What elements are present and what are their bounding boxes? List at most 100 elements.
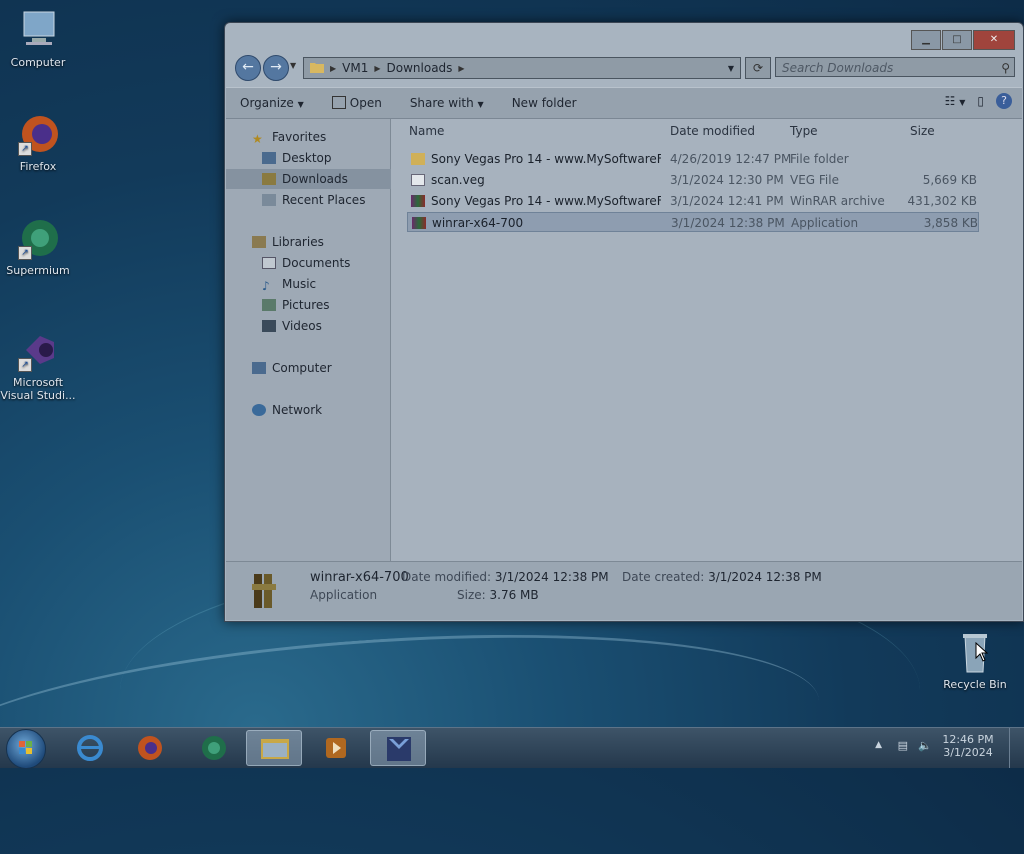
refresh-icon: ⟳ <box>752 61 764 75</box>
shortcut-arrow-icon: ↗ <box>18 246 32 260</box>
back-button[interactable]: ← <box>235 55 261 81</box>
file-type: VEG File <box>790 173 839 187</box>
volume-muted-icon[interactable]: 🔈 <box>918 739 932 752</box>
desktop-icon-supermium[interactable]: ↗ Supermium <box>0 216 76 277</box>
breadcrumb-separator-icon: ▶ <box>458 63 465 73</box>
media-player-icon <box>326 738 346 758</box>
minimize-button[interactable]: ▁ <box>911 30 941 50</box>
installer-icon <box>387 737 411 761</box>
change-view-button[interactable]: ☷ ▼ <box>945 94 966 108</box>
clock[interactable]: 12:46 PM 3/1/2024 <box>938 733 998 759</box>
shortcut-arrow-icon: ↗ <box>18 358 32 372</box>
arrow-left-icon: ← <box>242 59 254 75</box>
file-name: scan.veg <box>431 173 485 187</box>
share-with-button[interactable]: Share with ▼ <box>396 96 498 110</box>
file-size: 5,669 KB <box>922 173 977 187</box>
recent-pages-dropdown[interactable]: ▼ <box>290 61 296 70</box>
preview-pane-button[interactable]: ▯ <box>977 94 984 108</box>
firefox-icon: ↗ <box>16 112 60 156</box>
music-icon: ♪ <box>262 279 270 293</box>
column-name[interactable]: Name <box>409 124 444 138</box>
help-button[interactable]: ? <box>996 93 1012 109</box>
details-date-modified-label: Date modified: <box>402 570 492 584</box>
address-bar[interactable]: ▶ VM1 ▶ Downloads ▶ ▼ <box>303 57 741 79</box>
nav-network[interactable]: Network <box>226 400 416 420</box>
taskbar-firefox[interactable] <box>122 730 178 766</box>
windows-logo-icon <box>19 741 32 754</box>
file-icon <box>411 174 425 186</box>
details-size: 3.76 MB <box>489 588 539 602</box>
details-file-type: Application <box>310 588 378 602</box>
clock-time: 12:46 PM <box>942 733 994 746</box>
desktop-icon-visual-studio[interactable]: ↗ Microsoft Visual Studi... <box>0 328 76 402</box>
organize-button[interactable]: Organize ▼ <box>226 96 318 110</box>
breadcrumb-downloads[interactable]: Downloads <box>381 61 459 75</box>
taskbar-media-player[interactable] <box>308 730 364 766</box>
desktop-icon-label: Firefox <box>19 160 57 173</box>
close-button[interactable]: ✕ <box>973 30 1015 50</box>
recent-places-icon <box>262 194 276 206</box>
computer-icon <box>252 362 266 374</box>
taskbar-supermium[interactable] <box>186 730 242 766</box>
winrar-app-icon <box>412 217 426 229</box>
refresh-button[interactable]: ⟳ <box>745 57 771 79</box>
file-name: Sony Vegas Pro 14 - www.MySoftwareFre... <box>431 194 661 208</box>
file-row[interactable]: scan.veg 3/1/2024 12:30 PM VEG File 5,66… <box>407 170 979 190</box>
folder-icon <box>411 153 425 165</box>
desktop-icon <box>262 152 276 164</box>
winrar-archive-icon <box>411 195 425 207</box>
file-row[interactable]: Sony Vegas Pro 14 - www.MySoftwareFre...… <box>407 149 979 169</box>
show-desktop-button[interactable] <box>1009 728 1024 768</box>
details-date-created-label: Date created: <box>622 570 705 584</box>
new-folder-button[interactable]: New folder <box>498 96 591 110</box>
command-bar: Organize ▼ Open Share with ▼ New folder … <box>226 87 1022 119</box>
navigation-bar: ← → ▼ ▶ VM1 ▶ Downloads ▶ ▼ ⟳ Search Dow… <box>233 55 1015 81</box>
desktop-icon-label: Recycle Bin <box>943 678 1007 691</box>
maximize-button[interactable]: □ <box>942 30 972 50</box>
internet-explorer-icon <box>77 735 103 761</box>
nav-favorites[interactable]: ★ Favorites <box>226 127 416 147</box>
taskbar-windows-explorer[interactable] <box>246 730 302 766</box>
column-date-modified[interactable]: Date modified <box>670 124 755 138</box>
file-date: 4/26/2019 12:47 PM <box>670 152 792 166</box>
libraries-icon <box>252 236 266 248</box>
visual-studio-icon: ↗ <box>16 328 60 372</box>
file-size: 431,302 KB <box>907 194 977 208</box>
explorer-window[interactable]: ▁ □ ✕ ← → ▼ ▶ VM1 ▶ Downloads ▶ ▼ ⟳ Sear… <box>224 22 1024 622</box>
file-date: 3/1/2024 12:38 PM <box>671 216 785 230</box>
mouse-cursor-icon <box>975 641 989 665</box>
file-date: 3/1/2024 12:41 PM <box>670 194 784 208</box>
network-status-icon[interactable]: ▤ <box>898 739 908 752</box>
taskbar-installer[interactable] <box>370 730 426 766</box>
folder-icon <box>304 61 330 76</box>
start-button[interactable] <box>6 729 46 769</box>
computer-icon <box>16 8 60 52</box>
supermium-icon <box>202 736 226 760</box>
desktop-icon-computer[interactable]: Computer <box>0 8 76 69</box>
nav-libraries[interactable]: Libraries <box>226 232 416 252</box>
file-list[interactable]: Name Date modified Type Size Sony Vegas … <box>391 119 1022 561</box>
desktop-icon-label-line2: Visual Studi... <box>0 389 76 402</box>
help-icon: ? <box>1001 94 1007 107</box>
network-icon <box>252 404 266 416</box>
search-input[interactable]: Search Downloads ⚲ <box>775 57 1015 77</box>
file-row[interactable]: Sony Vegas Pro 14 - www.MySoftwareFre...… <box>407 191 979 211</box>
address-dropdown-icon[interactable]: ▼ <box>728 64 740 73</box>
view-icon: ☷ <box>944 94 956 108</box>
column-type[interactable]: Type <box>790 124 818 138</box>
file-type: Application <box>791 216 859 230</box>
breadcrumb-vm1[interactable]: VM1 <box>336 61 374 75</box>
forward-button[interactable]: → <box>263 55 289 81</box>
details-size-label: Size: <box>457 588 486 602</box>
window-caption-buttons: ▁ □ ✕ <box>911 30 1015 50</box>
taskbar-internet-explorer[interactable] <box>62 730 118 766</box>
open-icon <box>331 96 346 109</box>
desktop-icon-firefox[interactable]: ↗ Firefox <box>0 112 76 173</box>
open-button[interactable]: Open <box>318 96 396 110</box>
file-row-selected[interactable]: winrar-x64-700 3/1/2024 12:38 PM Applica… <box>407 212 979 232</box>
file-size: 3,858 KB <box>923 216 978 230</box>
column-size[interactable]: Size <box>910 124 935 138</box>
file-name: Sony Vegas Pro 14 - www.MySoftwareFre... <box>431 152 661 166</box>
show-hidden-icons-button[interactable]: ▲ <box>875 740 882 750</box>
nav-computer[interactable]: Computer <box>226 358 416 378</box>
